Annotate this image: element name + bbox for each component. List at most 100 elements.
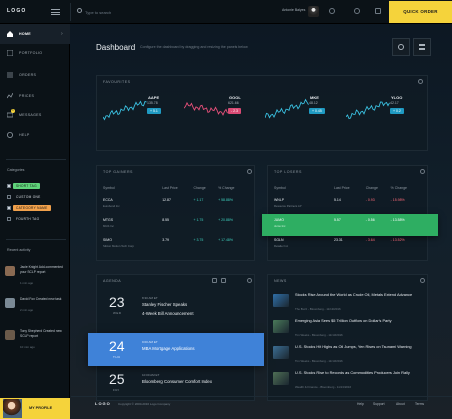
nav-portfolio[interactable]: PORTFOLIO <box>0 43 70 63</box>
tag-label: CATEGORY NAME <box>13 205 51 211</box>
news-item[interactable]: U.S. Stocks Hit Highs as Oil Jumps, Yen … <box>273 344 445 369</box>
profile-avatar <box>3 399 22 418</box>
sparkline <box>184 101 228 116</box>
main-content: Dashboard Configure the dashboard by dra… <box>71 24 452 419</box>
favourite-item[interactable]: GOOL 621.66 - 2.3 <box>184 94 246 124</box>
last-price: 8.55 <box>162 218 169 222</box>
favourite-item[interactable]: AAPE 135.78 + 5.1 <box>103 94 165 124</box>
settings-icon[interactable] <box>354 8 360 14</box>
nav-label: HOME <box>19 32 31 36</box>
company-name: Resource Partners LP <box>274 203 302 208</box>
avatar <box>5 298 15 308</box>
news-item[interactable]: Stocks Rise Around the World as Crude Oi… <box>273 292 445 317</box>
tag-item[interactable]: CATEGORY NAME <box>7 205 51 211</box>
favourite-item[interactable]: YLOO 42.17 + 0.2 <box>346 94 408 124</box>
quick-order-button[interactable]: QUICK ORDER <box>389 1 452 23</box>
sidebar: HOME › PORTFOLIO ORDERS PRICES 1 MESSAGES… <box>0 24 70 419</box>
checkbox[interactable] <box>7 206 11 210</box>
activity-item[interactable]: David Fox Created new task 2 min ago <box>5 297 67 323</box>
company-name: Jumo Inc <box>274 223 286 228</box>
footer-link-terms[interactable]: Terms <box>415 402 424 406</box>
sparkline <box>265 98 309 119</box>
news-item[interactable]: U.S. Stocks Rise to Records as Commoditi… <box>273 370 445 395</box>
news-thumbnail <box>273 372 289 385</box>
footer: LOGO Copyright © 2000-2016 Logo Company … <box>71 396 452 409</box>
activity-item[interactable]: Tony Shepherd Created new SCLP report 10 … <box>5 329 67 355</box>
footer-link-support[interactable]: Support <box>373 402 385 406</box>
change: - 0.56 <box>365 218 375 222</box>
event-weekday: FRI <box>113 388 120 392</box>
favourite-change: + 5.1 <box>147 108 161 114</box>
tag-label: CUSTOM ONE <box>16 195 41 199</box>
divider <box>6 159 66 160</box>
help-icon <box>7 132 13 138</box>
event-title: Bloomberg Consumer Comfort Index <box>142 379 212 384</box>
list-icon[interactable] <box>221 278 226 283</box>
user-avatar[interactable] <box>308 6 319 17</box>
checkbox[interactable] <box>7 217 11 221</box>
change: + 3.75 <box>193 238 204 242</box>
layout-button[interactable] <box>413 38 431 56</box>
favourite-value: 42.17 <box>390 101 399 105</box>
activity-item[interactable]: Jacie Knight Add-commented your SCLP rep… <box>5 265 67 291</box>
nav-home[interactable]: HOME › <box>0 24 70 44</box>
table-row[interactable]: MTGS MGS Inc 8.55 + 1.75 + 20.88% <box>103 214 251 234</box>
favourites-panel: FAVOURITES AAPE 135.78 + 5.1 GOOL 621.66 - 2.… <box>96 75 428 151</box>
event-time: 9:00 AM ET <box>142 340 158 344</box>
agenda-event[interactable]: 24 THU 9:00 AM ET MBA Mortgage Applications <box>88 333 264 366</box>
checkbox[interactable] <box>7 195 11 199</box>
footer-link-about[interactable]: About <box>396 402 405 406</box>
settings-icon[interactable] <box>420 169 425 174</box>
table-row[interactable]: JUMO Jumo Inc 5.57 - 0.56 - 13.58% <box>274 214 424 234</box>
table-row[interactable]: SIMO Silicon Motion Tech Corp 3.79 + 3.75 + … <box>103 234 251 254</box>
event-title: MBA Mortgage Applications <box>142 346 195 351</box>
event-day: 23 <box>109 294 125 310</box>
bell-icon[interactable] <box>329 8 335 14</box>
company-name: MGS Inc <box>103 223 114 228</box>
my-profile-button[interactable]: MY PROFILE <box>0 398 70 419</box>
change: + 1.75 <box>193 218 204 222</box>
tag-item[interactable]: SHORT TAG <box>7 183 40 189</box>
agenda-event[interactable]: 23 WED 8:30 AM ET Stanley Fischer Speaks 4-W… <box>97 289 277 325</box>
settings-icon[interactable] <box>247 278 252 283</box>
table-row[interactable]: WNLP Resource Partners LP 5.14 - 0.93 - 15.9… <box>274 194 424 214</box>
nav-label: MESSAGES <box>19 113 42 117</box>
grid-icon[interactable] <box>375 8 381 14</box>
settings-icon[interactable] <box>420 278 425 283</box>
refresh-button[interactable] <box>392 38 410 56</box>
tag-item[interactable]: CUSTOM ONE <box>7 195 44 199</box>
tag-label: FOURTH TAG <box>16 217 40 221</box>
footer-link-help[interactable]: Help <box>357 402 364 406</box>
column-header: Change <box>193 186 206 190</box>
news-item[interactable]: Emerging Asia Sees $5 Trillion Outflow o… <box>273 318 445 343</box>
favourite-symbol: YLOO <box>391 95 403 100</box>
search-input[interactable] <box>85 8 225 16</box>
portfolio-icon <box>7 50 13 56</box>
calendar-icon[interactable] <box>212 278 217 283</box>
symbol: SIMO <box>103 238 112 242</box>
company-name: Eurobond Inc <box>103 203 120 208</box>
app-logo[interactable]: LOGO <box>7 8 27 14</box>
checkbox[interactable] <box>7 184 11 188</box>
last-price: 5.57 <box>334 218 341 222</box>
pct-change: - 15.98% <box>390 198 405 202</box>
table-row[interactable]: SGLN Retailer Inc 23.31 - 3.64 - 13.52% <box>274 234 424 254</box>
user-name[interactable]: Antonie Balyes <box>282 8 305 12</box>
my-profile-label: MY PROFILE <box>29 406 53 410</box>
panel-title: FAVOURITES <box>103 80 131 84</box>
nav-prices[interactable]: PRICES <box>0 86 70 106</box>
nav-help[interactable]: HELP <box>0 125 70 145</box>
search-box[interactable] <box>70 3 270 21</box>
menu-icon[interactable] <box>51 7 60 17</box>
nav-orders[interactable]: ORDERS <box>0 65 70 85</box>
nav-messages[interactable]: 1 MESSAGES <box>0 105 70 125</box>
symbol: ECCA <box>103 198 113 202</box>
favourite-item[interactable]: MKE 48.12 + 0.45 <box>265 94 327 124</box>
tag-item[interactable]: FOURTH TAG <box>7 217 42 221</box>
symbol: MTGS <box>103 218 114 222</box>
settings-icon[interactable] <box>418 79 423 84</box>
table-row[interactable]: ECCA Eurobond Inc 12.87 + 1.17 + 58.88% <box>103 194 251 214</box>
settings-icon[interactable] <box>247 169 252 174</box>
pct-change: + 58.88% <box>218 198 233 202</box>
gainers-table: Symbol Last Price Change % Change ECCA Eurobo… <box>103 182 251 254</box>
